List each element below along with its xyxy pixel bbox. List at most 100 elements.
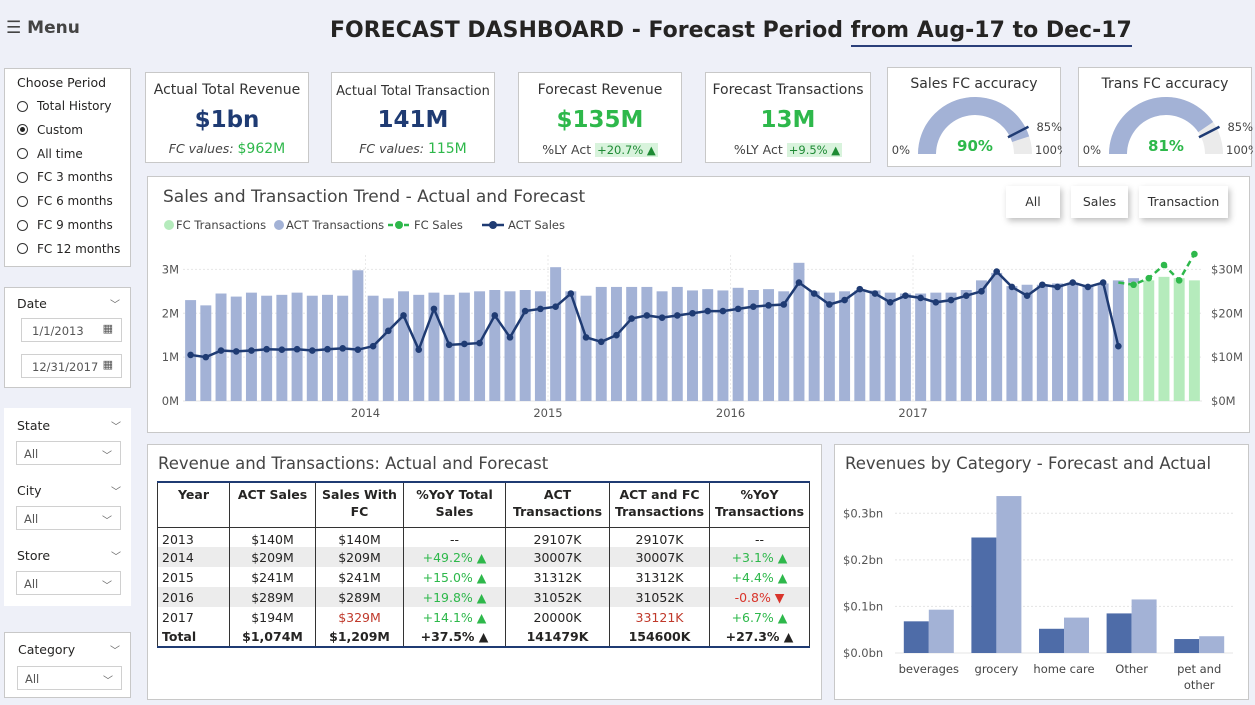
- act-transaction-bar: [884, 292, 896, 401]
- act-transaction-bar: [823, 292, 835, 401]
- radio-icon[interactable]: [17, 243, 28, 255]
- table-cell: $140M: [315, 527, 404, 547]
- city-dropdown[interactable]: All ﹀: [16, 506, 121, 530]
- category-bar-actual: [903, 621, 929, 653]
- act-sales-point: [537, 305, 544, 313]
- category-dropdown[interactable]: All ﹀: [17, 666, 122, 690]
- act-transaction-bar: [899, 293, 911, 401]
- act-sales-point: [476, 339, 483, 347]
- act-sales-point: [597, 338, 605, 346]
- radio-icon[interactable]: [17, 195, 28, 207]
- kpi-sub: %LY Act +9.5% ▲: [733, 142, 843, 157]
- period-slicer-title: Choose Period: [17, 75, 107, 90]
- table-cell: 30007K: [505, 547, 610, 567]
- store-dropdown[interactable]: All ﹀: [16, 571, 121, 595]
- table-cell: +3.1% ▲: [709, 547, 810, 567]
- table-cell: 33121K: [609, 607, 710, 627]
- kpi-actual-total-revenue: Actual Total Revenue $1bn FC values: $96…: [145, 72, 309, 163]
- kpi-value: 13M: [760, 107, 816, 133]
- act-sales-point: [643, 312, 651, 319]
- act-sales-point: [871, 290, 879, 297]
- radio-icon[interactable]: [17, 124, 28, 136]
- calendar-icon[interactable]: ▦: [103, 358, 113, 371]
- trend-chart-panel: Sales and Transaction Trend - Actual and…: [147, 176, 1250, 433]
- act-transaction-bar: [626, 286, 638, 401]
- fc-sales-point: [1130, 281, 1137, 289]
- act-transaction-bar: [915, 293, 927, 401]
- table-row: 2013 $140M $140M -- 29107K 29107K --: [157, 527, 810, 547]
- table-cell: $241M: [229, 567, 316, 587]
- table-cell: $241M: [315, 567, 404, 587]
- act-transaction-bar: [671, 286, 683, 401]
- radio-icon[interactable]: [17, 100, 28, 112]
- date-slicer: Date ﹀ 1/1/2013 ▦ 12/31/2017 ▦: [4, 287, 131, 388]
- table-row: 2016 $289M $289M +19.8% ▲ 31052K 31052K -0.8% …: [157, 587, 810, 607]
- radio-icon[interactable]: [17, 219, 28, 231]
- period-option[interactable]: All time: [17, 147, 83, 161]
- category-chart-panel: Revenues by Category - Forecast and Actu…: [834, 444, 1249, 700]
- menu-button[interactable]: ☰ Menu: [6, 18, 80, 38]
- act-transaction-bar: [945, 292, 957, 401]
- period-option[interactable]: Custom: [17, 123, 83, 137]
- act-sales-point: [673, 312, 681, 319]
- act-sales-point: [232, 348, 240, 355]
- kpi-sub: FC values: 115M: [359, 141, 467, 157]
- x-tick: beverages: [899, 662, 959, 676]
- radio-icon[interactable]: [17, 171, 28, 183]
- x-tick: grocery: [975, 662, 1019, 676]
- act-transaction-bar: [732, 287, 744, 401]
- y-tick: $0.1bn: [843, 599, 883, 613]
- x-tick: 2016: [716, 406, 745, 420]
- radio-icon[interactable]: [17, 148, 28, 160]
- act-sales-point: [445, 341, 453, 349]
- table-cell: +6.7% ▲: [709, 607, 810, 627]
- gauge-sales-fc-accuracy: Sales FC accuracy 90%0%100%85%: [887, 67, 1062, 167]
- table-cell: $194M: [229, 607, 316, 627]
- act-transaction-bar: [975, 280, 987, 401]
- act-transaction-bar: [382, 298, 394, 401]
- gauge-target-label: 85%: [1227, 120, 1253, 134]
- table-cell: 2016: [157, 587, 230, 607]
- period-option[interactable]: FC 3 months: [17, 170, 113, 184]
- fc-sales-point: [1145, 274, 1153, 282]
- chevron-down-icon[interactable]: ﹀: [111, 483, 121, 498]
- act-transaction-bar: [808, 291, 820, 401]
- period-option[interactable]: FC 6 months: [17, 194, 113, 208]
- state-dropdown[interactable]: All ﹀: [16, 441, 121, 465]
- y-right-tick: $30M: [1211, 262, 1243, 276]
- act-sales-point: [491, 312, 499, 319]
- y-right-tick: $10M: [1211, 350, 1243, 364]
- table-cell: 31312K: [505, 567, 610, 587]
- end-date-field[interactable]: 12/31/2017 ▦: [21, 354, 122, 378]
- period-option[interactable]: FC 12 months: [17, 242, 120, 256]
- act-transaction-bar: [854, 290, 866, 401]
- period-option[interactable]: FC 9 months: [17, 218, 113, 232]
- table-cell: $1,209M: [315, 627, 404, 648]
- act-transaction-bar: [398, 291, 410, 401]
- chevron-down-icon[interactable]: ﹀: [110, 642, 120, 657]
- table-cell: +49.2% ▲: [403, 547, 506, 567]
- kpi-label: Actual Total Revenue: [153, 82, 301, 98]
- category-bar-forecast: [996, 496, 1022, 653]
- legend-label: FC Sales: [414, 218, 463, 232]
- calendar-icon[interactable]: ▦: [103, 322, 113, 335]
- table-cell: 154600K: [609, 627, 710, 648]
- column-header: ACT Transactions: [505, 481, 610, 528]
- fc-transaction-bar: [1158, 276, 1170, 401]
- act-sales-point: [1023, 292, 1031, 300]
- x-tick: Other: [1115, 662, 1148, 676]
- act-sales-point: [826, 301, 833, 308]
- chevron-down-icon[interactable]: ﹀: [111, 418, 121, 433]
- chevron-down-icon[interactable]: ﹀: [111, 548, 121, 563]
- table-cell: --: [403, 527, 506, 547]
- act-sales-point: [324, 345, 331, 353]
- act-sales-point: [750, 303, 757, 310]
- fc-sales-point: [1160, 261, 1168, 269]
- category-bar-actual: [1174, 639, 1200, 653]
- category-chart: $0.0bn $0.1bn $0.2bn $0.3bn beverages grocery…: [843, 496, 1233, 692]
- chevron-down-icon[interactable]: ﹀: [110, 296, 120, 311]
- period-option[interactable]: Total History: [17, 99, 112, 113]
- legend-label: FC Transactions: [176, 218, 266, 232]
- trend-chart: FC Transactions ACT Transactions FC Sales A…: [162, 218, 1243, 420]
- start-date-field[interactable]: 1/1/2013 ▦: [21, 318, 122, 342]
